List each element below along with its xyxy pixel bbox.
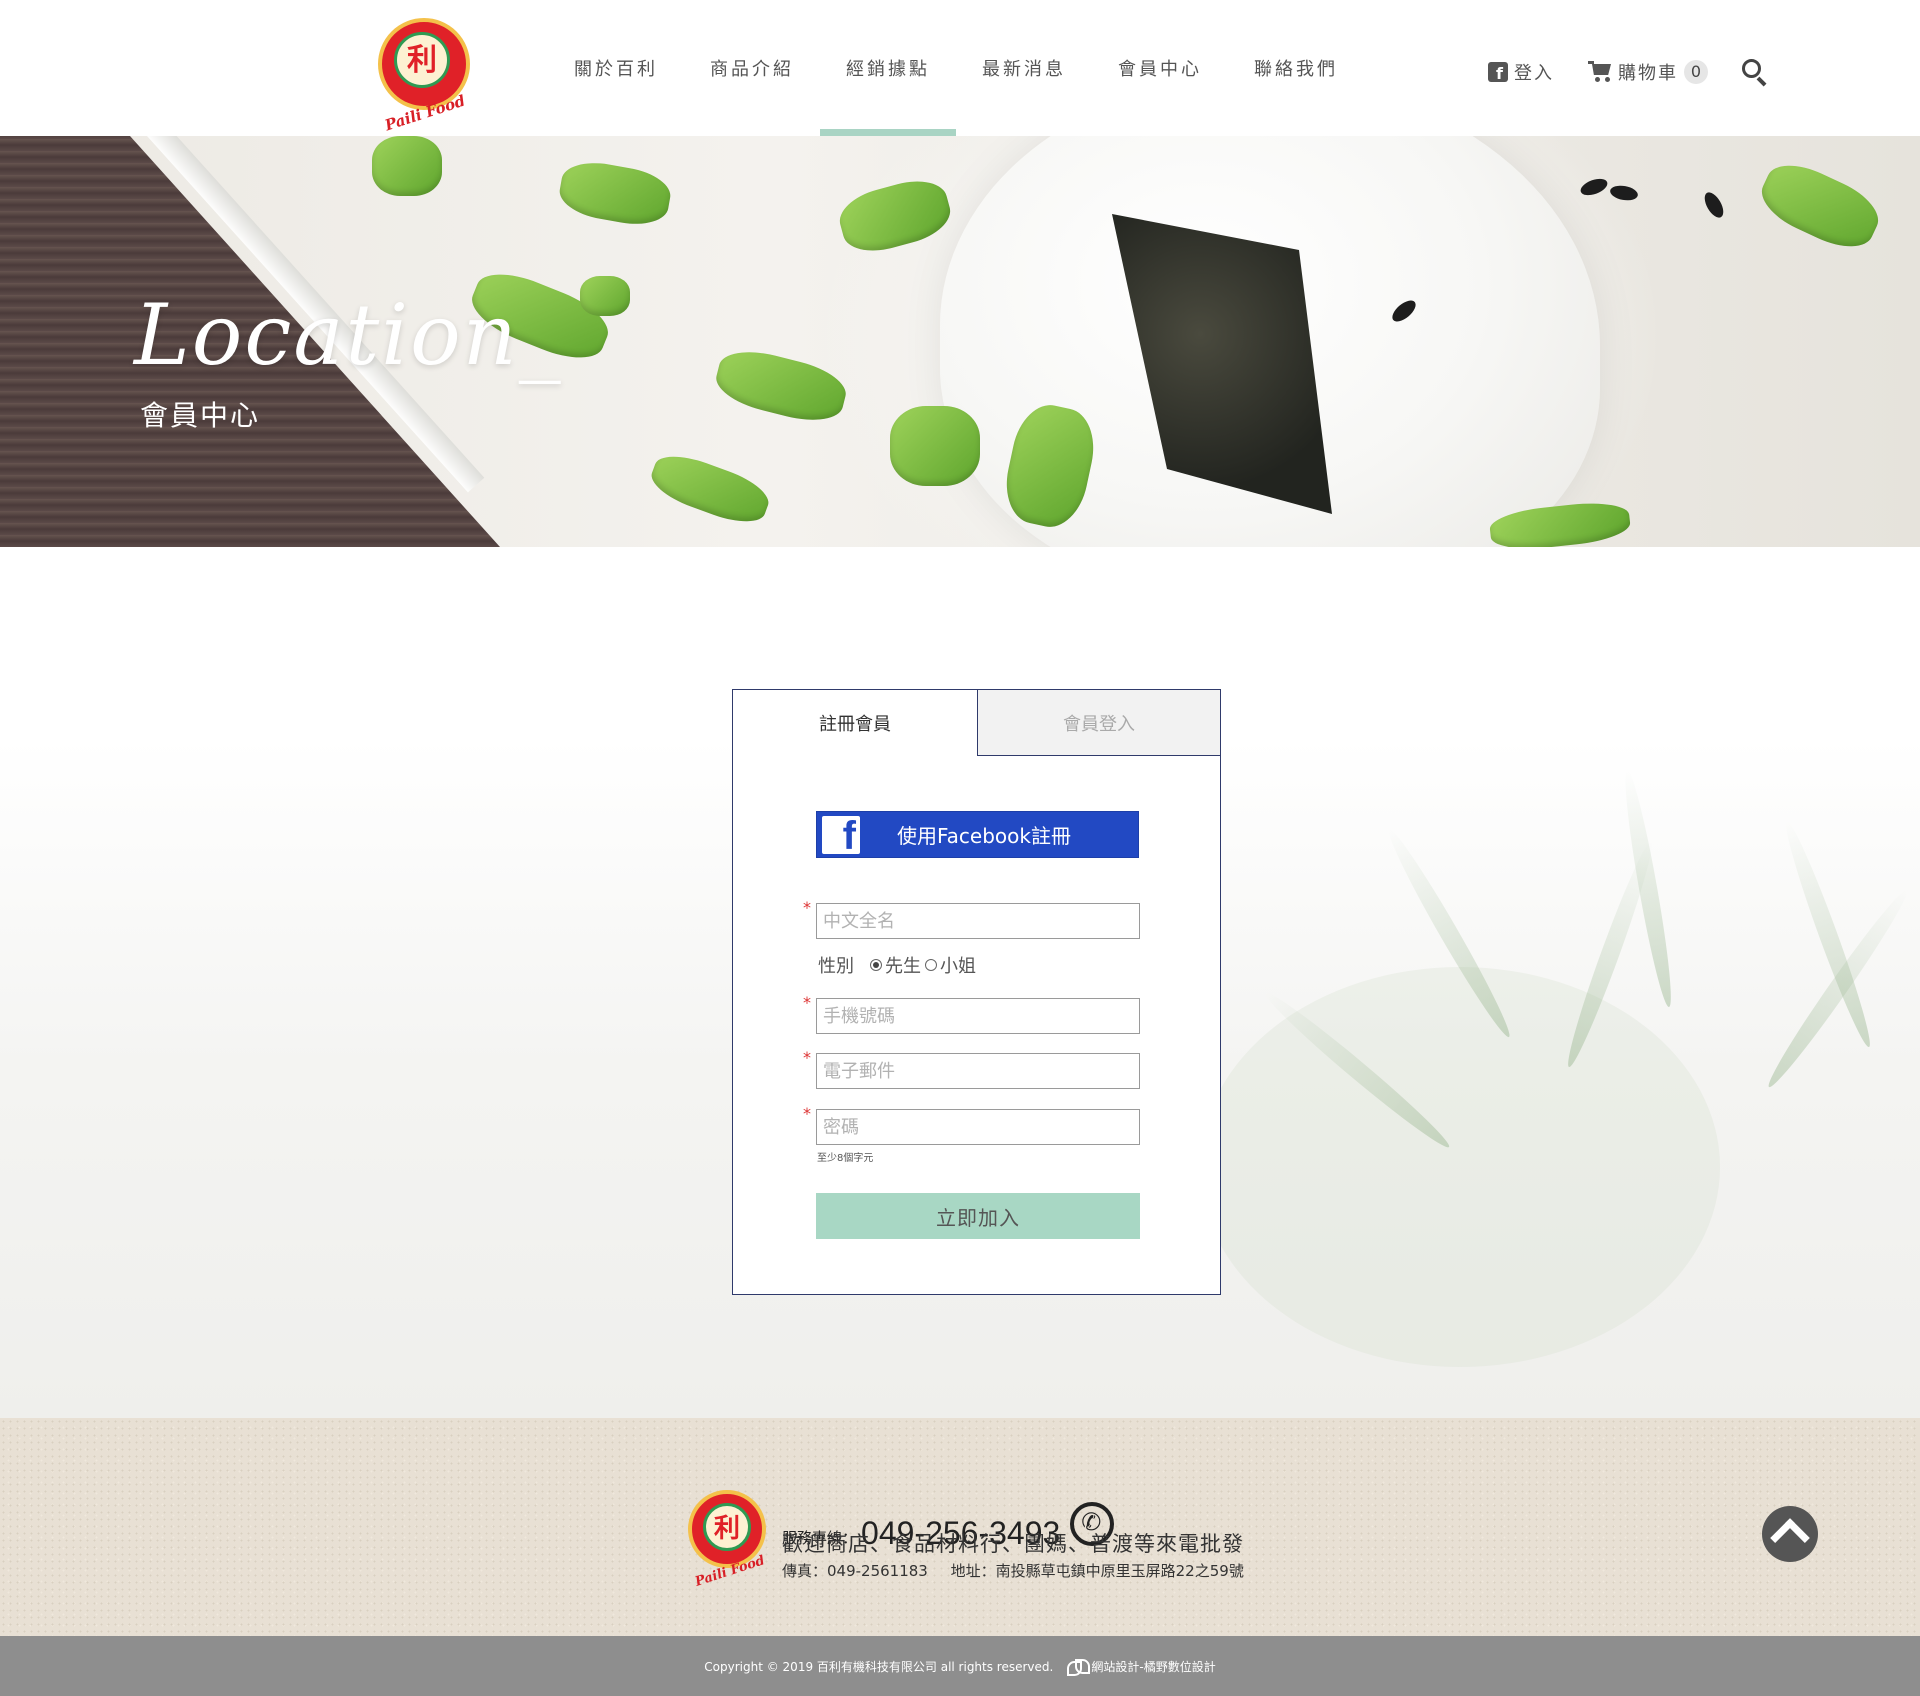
tab-login[interactable]: 會員登入: [977, 690, 1220, 756]
required-mark: *: [803, 1104, 811, 1123]
name-field[interactable]: [816, 903, 1140, 939]
header-actions: f 登入 購物車 0: [1488, 52, 1768, 92]
nav-products[interactable]: 商品介紹: [684, 0, 820, 136]
banner-scallion: [645, 446, 775, 532]
cart-count-badge: 0: [1684, 60, 1708, 84]
address: 地址：南投縣草屯鎮中原里玉屏路22之59號: [950, 1562, 1244, 1580]
cart-button[interactable]: 購物車 0: [1588, 59, 1708, 85]
footer-logo[interactable]: 利 Paili Food: [688, 1490, 770, 1590]
banner-scallion: [834, 172, 956, 260]
facebook-login-button[interactable]: f 登入: [1488, 59, 1554, 85]
designer-link[interactable]: 網站設計-橘野數位設計: [1067, 1658, 1216, 1676]
footer-slogan: 歡迎商店、食品材料行、團媽、普渡等來電批發: [782, 1532, 1244, 1556]
banner-sesame: [1578, 175, 1610, 199]
required-mark: *: [803, 993, 811, 1012]
banner-scallion: [556, 156, 674, 231]
facebook-icon: f: [822, 815, 860, 856]
nav-contact[interactable]: 聯絡我們: [1228, 0, 1364, 136]
join-button[interactable]: 立即加入: [816, 1193, 1140, 1239]
facebook-register-button[interactable]: f 使用Facebook註冊: [816, 811, 1139, 858]
banner-sesame: [1608, 183, 1640, 203]
facebook-icon: f: [1488, 62, 1508, 82]
gender-option-ms: 小姐: [940, 956, 976, 977]
password-field[interactable]: [816, 1109, 1140, 1145]
site-header: 利 Paili Food 關於百利 商品介紹 經銷據點 最新消息 會員中心 聯絡…: [0, 0, 1920, 136]
nav-member[interactable]: 會員中心: [1092, 0, 1228, 136]
cart-icon: [1588, 61, 1612, 83]
gender-radio-mr[interactable]: [870, 959, 882, 971]
logo-glyph: 利: [407, 43, 437, 78]
login-label: 登入: [1514, 63, 1554, 84]
nav-locations[interactable]: 經銷據點: [820, 0, 956, 136]
form-tabs: 註冊會員 會員登入: [733, 690, 1220, 756]
copyright-bar: Copyright © 2019 百利有機科技有限公司 all rights r…: [0, 1636, 1920, 1696]
phone-field[interactable]: [816, 998, 1140, 1034]
banner-title: Location_: [134, 286, 563, 384]
copyright-text: Copyright © 2019 百利有機科技有限公司 all rights r…: [704, 1659, 1054, 1674]
required-mark: *: [803, 1048, 811, 1067]
banner-scallion: [372, 136, 442, 196]
email-field[interactable]: [816, 1053, 1140, 1089]
nav-news[interactable]: 最新消息: [956, 0, 1092, 136]
back-to-top-icon[interactable]: [1762, 1506, 1818, 1562]
cart-label: 購物車: [1618, 63, 1678, 84]
banner-scallion: [580, 276, 630, 316]
site-footer: 利 Paili Food 服務專線： 049-256-3493 歡迎商店、食品材…: [0, 1418, 1920, 1636]
gender-group: 性別 先生 小姐: [818, 952, 976, 978]
nav-about[interactable]: 關於百利: [548, 0, 684, 136]
footer-contact-info: 傳真：049-2561183 地址：南投縣草屯鎮中原里玉屏路22之59號: [782, 1560, 1262, 1581]
main-nav: 關於百利 商品介紹 經銷據點 最新消息 會員中心 聯絡我們: [548, 0, 1364, 136]
logo-glyph: 利: [713, 1514, 740, 1544]
required-mark: *: [803, 898, 811, 917]
page-banner: Location_ 會員中心: [0, 136, 1920, 547]
search-icon[interactable]: [1742, 59, 1768, 87]
background-leaf: [1761, 885, 1915, 1093]
banner-scallion: [890, 406, 980, 486]
facebook-register-label: 使用Facebook註冊: [897, 824, 1071, 848]
gender-label: 性別: [818, 956, 854, 977]
background-plant: [1200, 967, 1720, 1367]
gender-option-mr: 先生: [885, 956, 921, 977]
tab-register[interactable]: 註冊會員: [733, 690, 977, 756]
designer-text: 網站設計-橘野數位設計: [1091, 1659, 1216, 1674]
password-hint: 至少8個字元: [817, 1153, 874, 1164]
designer-leaf-icon: [1067, 1659, 1087, 1676]
banner-sesame: [1700, 189, 1728, 221]
site-logo[interactable]: 利 Paili Food: [376, 16, 472, 134]
banner-subtitle: 會員中心: [140, 399, 261, 432]
banner-scallion: [711, 343, 851, 429]
fax: 傳真：049-2561183: [782, 1562, 928, 1580]
banner-scallion: [1752, 153, 1888, 259]
gender-radio-ms[interactable]: [925, 959, 937, 971]
register-form: 註冊會員 會員登入 f 使用Facebook註冊 * 性別 先生 小姐 * * …: [732, 689, 1221, 1295]
